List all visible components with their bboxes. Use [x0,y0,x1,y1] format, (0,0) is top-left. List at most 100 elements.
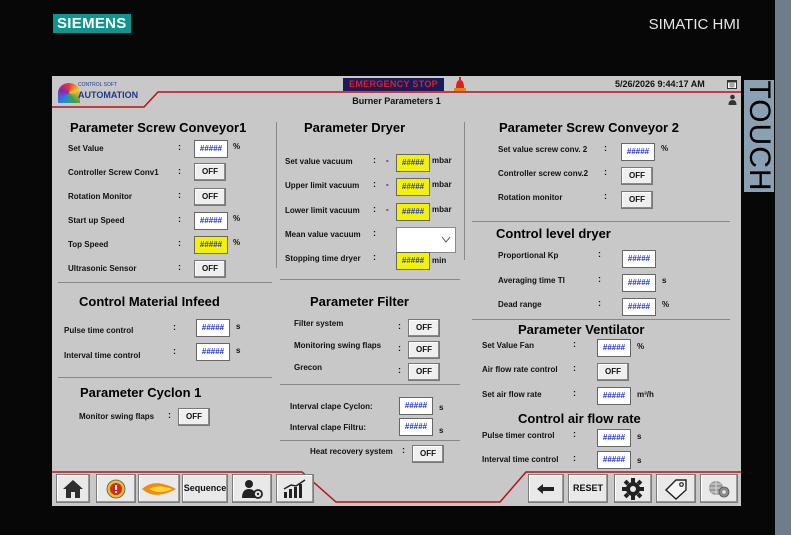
conv1-controller-button[interactable]: OFF [194,163,226,181]
dryer-mean-label: Mean value vacuum [285,230,361,239]
unit-label: % [662,300,670,309]
heat-recovery-button[interactable]: OFF [412,445,444,463]
back-button[interactable] [528,474,564,503]
back-icon [537,483,554,494]
level-title: Control level dryer [496,226,611,241]
cyclon-monitor-button[interactable]: OFF [178,408,210,426]
screen-title: Burner Parameters 1 [352,96,441,106]
conv1-ultrasonic-label: Ultrasonic Sensor [68,264,137,273]
colon: : [573,339,576,349]
filter-system-button[interactable]: OFF [408,319,440,337]
alarm-bell-icon[interactable] [453,77,467,91]
filter-clape-cyclon-field[interactable]: ##### [399,397,433,415]
level-dead-field[interactable]: ##### [622,298,656,316]
heat-recovery-label: Heat recovery system [310,447,393,456]
cyclon-title: Parameter Cyclon 1 [80,385,202,400]
unit-label: mbar [432,205,452,214]
conv2-controller-label: Controller screw conv.2 [498,169,589,178]
infeed-title: Control Material Infeed [79,294,220,309]
colon: : [173,346,176,356]
unit-label: m³/h [637,390,654,399]
column-divider [276,122,277,268]
conv1-title: Parameter Screw Conveyor1 [70,120,247,135]
conv1-top-speed-label: Top Speed [68,240,109,249]
filter-grecon-label: Grecon [294,363,323,372]
filter-monitoring-button[interactable]: OFF [408,341,440,359]
ventilator-set-fan-field[interactable]: ##### [597,339,631,357]
unit-label: % [637,342,645,351]
unit-label: s [439,426,444,435]
unit-label: s [637,432,642,441]
colon: : [373,179,376,189]
settings-button[interactable] [614,474,652,503]
unit-label: mbar [432,180,452,189]
hmi-screen: CONTROL SOFT AUTOMATION EMERGENCY STOP B… [52,76,741,506]
conv1-controller-label: Controller Screw Conv1 [68,168,159,177]
airflow-pulse-field[interactable]: ##### [597,429,631,447]
trend-button[interactable] [276,474,314,503]
dryer-upper-label: Upper limit vacuum [285,181,360,190]
trend-icon [283,478,306,498]
siemens-logo: SIEMENS [53,14,131,33]
burner-button[interactable] [138,474,180,503]
user-icon[interactable] [728,94,737,105]
bezel-side-strip [775,0,791,535]
infeed-interval-field[interactable]: ##### [196,343,230,361]
colon: : [573,453,576,463]
unit-label: s [637,456,642,465]
conv1-startup-label: Start up Speed [68,216,125,225]
unit-label: s [662,276,667,285]
dryer-lower-field[interactable]: ##### [396,203,430,221]
dryer-set-vacuum-label: Set value vacuum [285,157,353,166]
airflow-interval-field[interactable]: ##### [597,451,631,469]
conv1-rotation-button[interactable]: OFF [194,188,226,206]
conv1-top-speed-field[interactable]: ##### [194,236,228,254]
infeed-pulse-field[interactable]: ##### [196,319,230,337]
colon: : [573,388,576,398]
filter-monitoring-label: Monitoring swing flaps [294,341,382,350]
conv2-rotation-button[interactable]: OFF [621,191,653,209]
colon: : [398,321,401,331]
hmi-model-label: SIMATIC HMI [648,16,740,33]
emergency-stop-banner[interactable]: EMERGENCY STOP [343,78,444,91]
level-kp-label: Proportional Kp [498,251,559,260]
sequence-button[interactable]: Sequence [182,474,228,503]
conv1-set-value-label: Set Value [68,144,104,153]
colon: : [178,214,181,224]
conv2-controller-button[interactable]: OFF [621,167,653,185]
level-ti-field[interactable]: ##### [622,274,656,292]
reset-button[interactable]: RESET [568,474,608,503]
colon: : [178,190,181,200]
conv2-set-value-field[interactable]: ##### [621,143,655,161]
unit-label: s [439,403,444,412]
section-divider [472,221,730,222]
ventilator-set-air-field[interactable]: ##### [597,387,631,405]
dryer-upper-field[interactable]: ##### [396,178,430,196]
conv1-startup-field[interactable]: ##### [194,212,228,230]
home-button[interactable] [56,474,90,503]
conv2-set-value-label: Set value screw conv. 2 [498,145,588,154]
emergency-icon [106,479,126,498]
level-kp-field[interactable]: ##### [622,250,656,268]
filter-clape-filtru-field[interactable]: ##### [399,418,433,436]
conv1-rotation-label: Rotation Monitor [68,192,132,201]
colon: : [598,249,601,259]
calendar-icon[interactable] [727,79,737,89]
ventilator-air-rate-button[interactable]: OFF [597,363,629,381]
filter-grecon-button[interactable]: OFF [408,363,440,381]
dryer-title: Parameter Dryer [304,120,406,135]
dryer-mean-dropdown[interactable] [396,227,456,253]
user-settings-button[interactable] [232,474,272,503]
conv2-title: Parameter Screw Conveyor 2 [499,120,679,135]
emergency-button[interactable] [96,474,136,503]
tag-icon [664,478,687,500]
conv1-set-value-field[interactable]: ##### [194,140,228,158]
dryer-stopping-field[interactable]: ##### [396,252,430,270]
colon: : [373,252,376,262]
unit-label: % [661,144,669,153]
conv1-ultrasonic-button[interactable]: OFF [194,260,226,278]
tag-button[interactable] [656,474,696,503]
dryer-set-vacuum-field[interactable]: ##### [396,154,430,172]
unit-label: % [233,142,241,151]
network-settings-button[interactable] [700,474,738,503]
